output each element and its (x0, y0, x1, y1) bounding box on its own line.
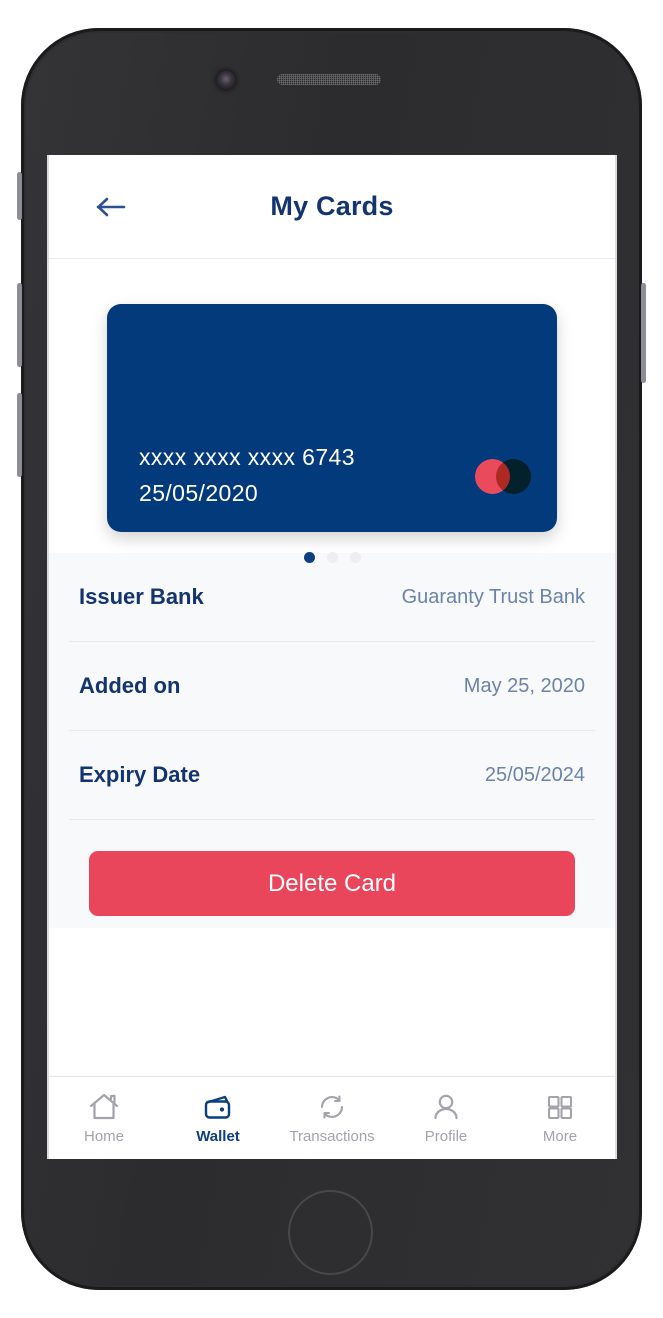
detail-label: Issuer Bank (79, 584, 204, 609)
bottom-navigation: Home Wallet Transactions Profile More (47, 1076, 617, 1159)
screen-edge-right (615, 155, 617, 1159)
carousel-dot-2[interactable] (326, 552, 338, 563)
grid-icon (544, 1091, 576, 1123)
nav-label: More (542, 1128, 578, 1145)
refresh-icon (316, 1091, 348, 1123)
credit-card[interactable]: xxxx xxxx xxxx 6743 25/05/2020 (107, 304, 557, 532)
delete-card-wrap: Delete Card (47, 820, 617, 916)
carousel-dot-3[interactable] (349, 552, 361, 563)
screen-edge-left (47, 155, 49, 1159)
arrow-left-icon (96, 197, 126, 216)
nav-item-transactions[interactable]: Transactions (275, 1091, 389, 1145)
volume-up-button[interactable] (17, 283, 22, 367)
nav-label: Home (83, 1128, 124, 1145)
detail-value: Guaranty Trust Bank (401, 585, 585, 608)
card-number: xxxx xxxx xxxx 6743 (139, 444, 355, 470)
wallet-icon (202, 1091, 234, 1123)
screenshot-root: My Cards xxxx xxxx xxxx 6743 25/05/2020 … (0, 0, 663, 1318)
delete-card-button[interactable]: Delete Card (89, 851, 575, 916)
card-details-section: Issuer Bank Guaranty Trust Bank Added on… (47, 553, 617, 928)
detail-row-expiry-date: Expiry Date 25/05/2024 (69, 731, 595, 820)
back-button[interactable] (89, 185, 133, 229)
card-date: 25/05/2020 (139, 480, 259, 506)
power-button[interactable] (641, 283, 646, 383)
mastercard-logo-icon (475, 459, 531, 494)
nav-label: Profile (424, 1128, 468, 1145)
carousel-dot-1[interactable] (303, 552, 315, 563)
front-camera-icon (217, 71, 235, 89)
detail-value: May 25, 2020 (463, 674, 585, 697)
mastercard-right-circle (496, 459, 531, 494)
nav-label: Transactions (289, 1128, 375, 1145)
detail-row-added-on: Added on May 25, 2020 (69, 642, 595, 731)
card-carousel-area: xxxx xxxx xxxx 6743 25/05/2020 (47, 259, 617, 563)
detail-row-issuer-bank: Issuer Bank Guaranty Trust Bank (69, 553, 595, 642)
content-filler (47, 928, 617, 1025)
nav-label: Wallet (196, 1128, 240, 1145)
home-icon (88, 1091, 120, 1123)
nav-item-profile[interactable]: Profile (389, 1091, 503, 1145)
silent-switch-button[interactable] (17, 172, 22, 220)
earpiece-speaker (277, 74, 381, 85)
detail-label: Expiry Date (79, 762, 201, 787)
app-header: My Cards (47, 155, 617, 259)
phone-screen: My Cards xxxx xxxx xxxx 6743 25/05/2020 … (47, 155, 617, 1159)
detail-label: Added on (79, 673, 181, 698)
nav-item-home[interactable]: Home (47, 1091, 161, 1145)
volume-down-button[interactable] (17, 393, 22, 477)
nav-item-more[interactable]: More (503, 1091, 617, 1145)
detail-value: 25/05/2024 (484, 763, 585, 786)
person-icon (430, 1091, 462, 1123)
home-button[interactable] (288, 1190, 373, 1275)
nav-item-wallet[interactable]: Wallet (161, 1091, 275, 1145)
